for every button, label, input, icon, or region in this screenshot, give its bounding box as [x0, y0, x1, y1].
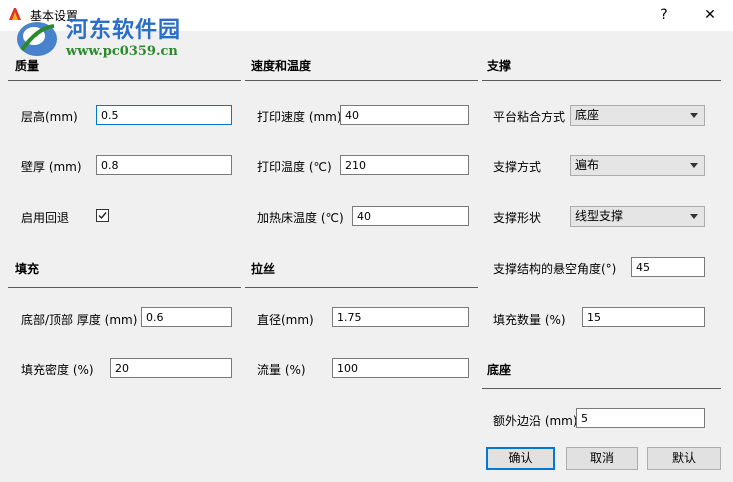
- ok-button[interactable]: 确认: [486, 447, 555, 470]
- default-button[interactable]: 默认: [647, 447, 721, 470]
- layer-height-input[interactable]: [96, 105, 232, 125]
- support-type-select-value: 遍布: [575, 158, 600, 172]
- flow-label: 流量 (%): [257, 363, 306, 377]
- extra-margin-input[interactable]: [576, 408, 705, 428]
- print-speed-input[interactable]: [340, 105, 469, 125]
- support-fill-amount-input[interactable]: [582, 307, 705, 327]
- support-shape-select-value: 线型支撑: [575, 209, 624, 223]
- chevron-down-icon: [690, 163, 698, 168]
- adhesion-select[interactable]: 底座: [570, 105, 705, 126]
- diameter-input[interactable]: [332, 307, 469, 327]
- support-fill-amount-label: 填充数量 (%): [493, 313, 566, 327]
- filament-heading: 拉丝: [251, 262, 276, 276]
- fill-density-input[interactable]: [110, 358, 232, 378]
- support-type-select[interactable]: 遍布: [570, 155, 705, 176]
- bed-temp-input[interactable]: [352, 206, 469, 226]
- fill-divider: [8, 287, 241, 288]
- close-button[interactable]: ✕: [688, 0, 732, 31]
- bed-temp-label: 加热床温度 (℃): [257, 211, 344, 225]
- fill-heading: 填充: [15, 262, 40, 276]
- speed-temp-heading: 速度和温度: [251, 59, 312, 73]
- quality-divider: [8, 80, 241, 81]
- help-button[interactable]: ?: [642, 0, 686, 31]
- bottom-top-thickness-input[interactable]: [141, 307, 232, 327]
- chevron-down-icon: [690, 214, 698, 219]
- cancel-button[interactable]: 取消: [566, 447, 638, 470]
- print-temp-label: 打印温度 (℃): [257, 160, 332, 174]
- watermark-title: 河东软件园: [66, 17, 182, 43]
- support-heading: 支撑: [487, 59, 512, 73]
- support-type-label: 支撑方式: [493, 160, 542, 174]
- retraction-label: 启用回退: [21, 211, 70, 225]
- layer-height-label: 层高(mm): [21, 110, 78, 124]
- flow-input[interactable]: [332, 358, 469, 378]
- diameter-label: 直径(mm): [257, 313, 314, 327]
- overhang-angle-input[interactable]: [631, 257, 705, 277]
- support-shape-select[interactable]: 线型支撑: [570, 206, 705, 227]
- wall-thickness-input[interactable]: [96, 155, 232, 175]
- quality-heading: 质量: [15, 59, 40, 73]
- print-temp-input[interactable]: [340, 155, 469, 175]
- brim-divider: [482, 388, 721, 389]
- adhesion-label: 平台粘合方式: [493, 110, 566, 124]
- chevron-down-icon: [690, 113, 698, 118]
- checkmark-icon: [98, 212, 107, 220]
- bottom-top-thickness-label: 底部/顶部 厚度 (mm): [21, 313, 138, 327]
- watermark-logo-icon: [17, 22, 57, 56]
- extra-margin-label: 额外边沿 (mm): [493, 414, 578, 428]
- watermark: 河东软件园 www.pc0359.cn: [14, 8, 214, 68]
- brim-heading: 底座: [487, 363, 512, 377]
- fill-density-label: 填充密度 (%): [21, 363, 94, 377]
- adhesion-select-value: 底座: [575, 108, 600, 122]
- support-divider: [482, 80, 721, 81]
- wall-thickness-label: 壁厚 (mm): [21, 160, 82, 174]
- watermark-url: www.pc0359.cn: [66, 44, 178, 59]
- print-speed-label: 打印速度 (mm): [257, 110, 342, 124]
- overhang-angle-label: 支撑结构的悬空角度(°): [493, 262, 617, 276]
- speed-temp-divider: [245, 80, 478, 81]
- filament-divider: [245, 287, 478, 288]
- retraction-checkbox[interactable]: [96, 209, 109, 222]
- support-shape-label: 支撑形状: [493, 211, 542, 225]
